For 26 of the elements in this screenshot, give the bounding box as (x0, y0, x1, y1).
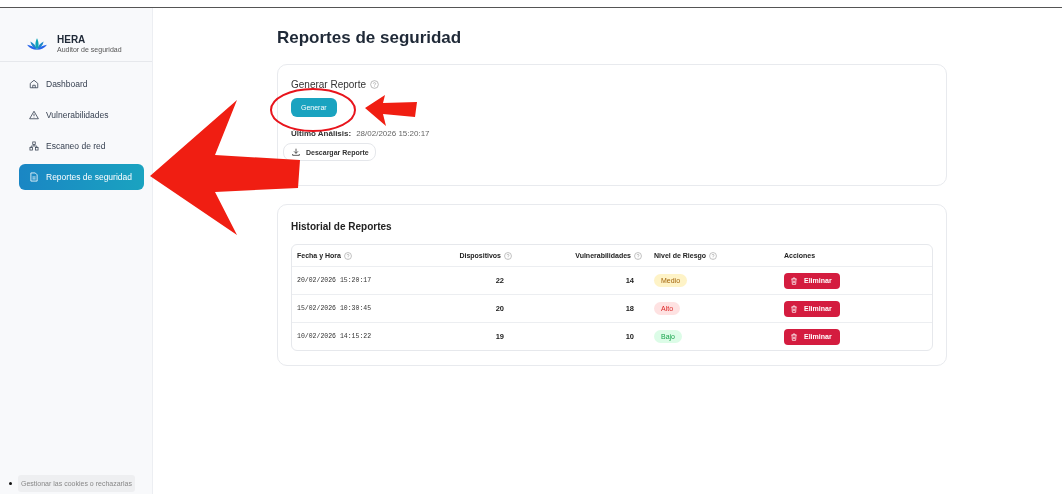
nav-item[interactable]: Escaneo de red (19, 133, 144, 159)
document-icon (29, 172, 39, 182)
card-title: Historial de Reportes (291, 221, 393, 232)
nav-item[interactable]: Dashboard (19, 71, 144, 97)
page-title: Reportes de seguridad (277, 28, 463, 48)
download-icon (292, 148, 300, 156)
bullet-icon (9, 482, 12, 485)
nav-item[interactable]: Vulnerabilidades (19, 102, 144, 128)
network-icon (29, 141, 39, 151)
help-icon[interactable] (709, 251, 718, 260)
last-analysis-label: Último Análisis: (291, 129, 352, 138)
warning-icon (29, 110, 39, 120)
trash-icon (790, 332, 798, 341)
trash-icon (790, 276, 798, 285)
brand-name: HERA (57, 34, 87, 45)
home-icon (29, 79, 39, 89)
help-icon[interactable] (343, 251, 352, 260)
help-icon[interactable] (504, 251, 512, 260)
help-icon[interactable] (370, 80, 380, 89)
help-icon[interactable] (634, 251, 642, 260)
trash-icon (790, 304, 798, 313)
nav-item[interactable]: Reportes de seguridad (19, 164, 144, 190)
annotation-arrow (365, 95, 417, 126)
card-title: Generar Reporte (291, 79, 367, 90)
last-analysis-value: 28/02/2026 15:20:17 (356, 129, 430, 138)
lotus-logo-icon (27, 36, 47, 51)
